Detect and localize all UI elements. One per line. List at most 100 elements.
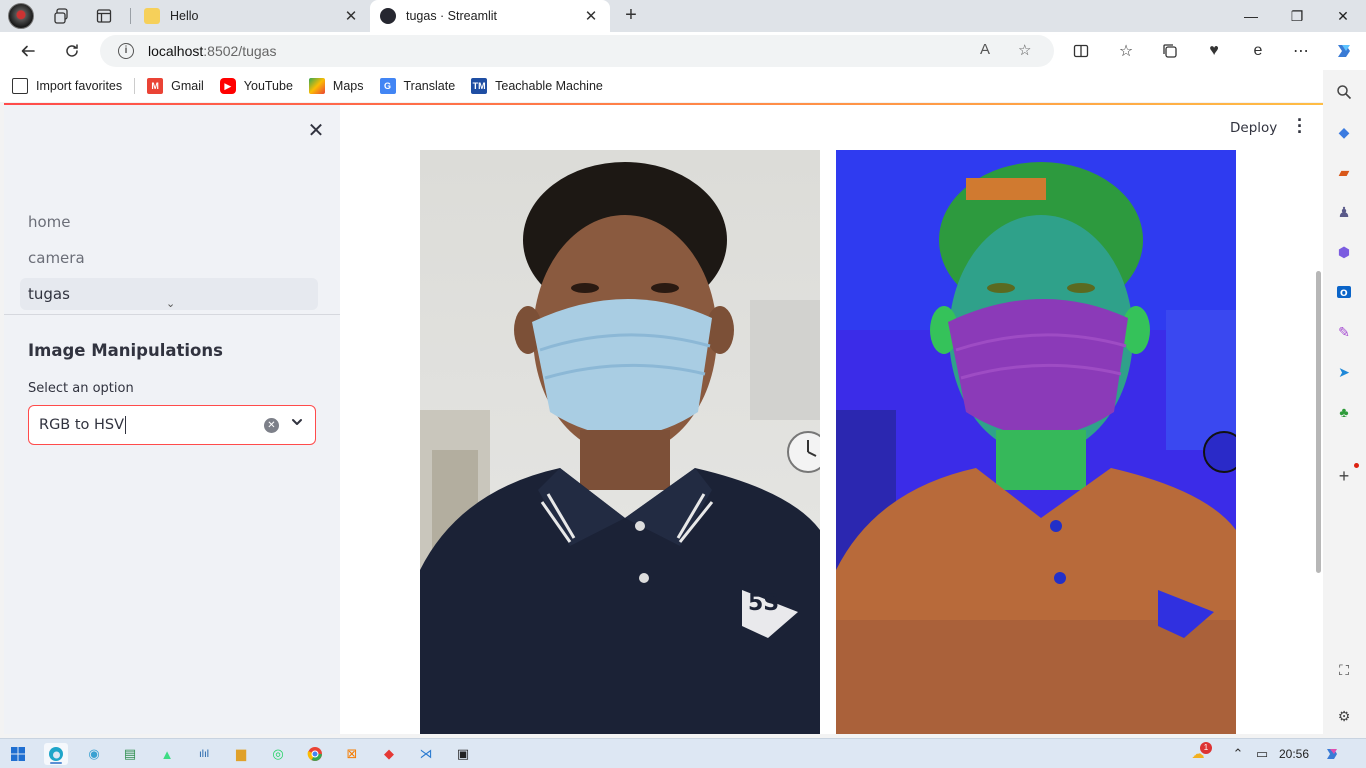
copilot-taskbar-icon[interactable] (1320, 743, 1344, 765)
xampp-icon[interactable]: ⊠ (340, 743, 364, 765)
tools-icon[interactable]: ▰ (1334, 162, 1354, 182)
svg-text:5S: 5S (748, 591, 779, 616)
terminal-icon[interactable]: ▣ (451, 743, 475, 765)
favorites-icon[interactable]: ☆ (1112, 38, 1140, 64)
favorite-import[interactable]: Import favorites (12, 78, 122, 94)
whatsapp-icon[interactable]: ◎ (266, 743, 290, 765)
back-button[interactable] (14, 38, 42, 64)
select-value: RGB to HSV (39, 417, 125, 433)
deploy-button[interactable]: Deploy (1230, 120, 1277, 136)
chevron-down-icon[interactable] (291, 415, 303, 431)
option-select[interactable]: RGB to HSV ✕ (28, 405, 316, 445)
maximize-button[interactable]: ❐ (1274, 0, 1320, 32)
favorite-label: Maps (332, 79, 364, 93)
streamlit-icon (380, 8, 396, 24)
favorites-bar: Import favorites M Gmail ▶ YouTube Maps … (0, 70, 1366, 102)
sidebar-divider (4, 314, 340, 315)
tab-hello[interactable]: Hello ✕ (134, 0, 370, 32)
tab-title: Hello (170, 9, 199, 23)
translate-icon: G (379, 78, 396, 94)
clock[interactable]: 20:56 (1279, 747, 1309, 761)
favorite-teachable-machine[interactable]: TM Teachable Machine (471, 78, 603, 94)
youtube-icon: ▶ (219, 78, 236, 94)
edge-sidebar: ◆ ▰ ♟ ⬢ O ✎ ➤ ♣ + ⛶ ⚙ (1323, 70, 1366, 738)
close-window-button[interactable]: ✕ (1320, 0, 1366, 32)
vscode-icon[interactable]: ⋊ (414, 743, 438, 765)
copilot-icon[interactable] (1330, 38, 1358, 64)
favorite-translate[interactable]: G Translate (379, 78, 456, 94)
favorite-label: YouTube (243, 79, 293, 93)
games-icon[interactable]: ♟ (1334, 202, 1354, 222)
file-explorer-icon[interactable]: ▆ (229, 743, 253, 765)
nav-item-camera[interactable]: camera (20, 242, 318, 274)
chevron-up-icon[interactable]: ⌃ (1226, 743, 1250, 765)
outlook-icon[interactable]: O (1334, 282, 1354, 302)
app-red-icon[interactable]: ◆ (377, 743, 401, 765)
favorite-label: Gmail (171, 79, 204, 93)
collections-icon[interactable] (1156, 38, 1184, 64)
taskbar: ◉ ▤ ▲ ılıl ▆ ◎ ⊠ ◆ ⋊ ▣ ☁ 1 ⌃ ▭ 20:56 (0, 738, 1366, 768)
edge-extension-icon[interactable]: e (1244, 38, 1272, 64)
search-icon[interactable] (1334, 82, 1354, 102)
tree-icon[interactable]: ♣ (1334, 402, 1354, 422)
app-eye-icon[interactable]: ◉ (82, 743, 106, 765)
chrome-icon[interactable] (303, 743, 327, 765)
tab-actions-icon[interactable] (94, 6, 114, 26)
designer-icon[interactable]: ✎ (1334, 322, 1354, 342)
waving-hand-icon (144, 8, 160, 24)
profile-avatar[interactable] (8, 3, 34, 29)
svg-text:O: O (1340, 289, 1348, 299)
hsv-image (836, 150, 1236, 734)
favorite-youtube[interactable]: ▶ YouTube (219, 78, 293, 94)
favorite-label: Translate (403, 79, 456, 93)
text-cursor (125, 416, 127, 434)
split-screen-icon[interactable] (1067, 38, 1095, 64)
close-tab-icon[interactable]: ✕ (342, 7, 360, 25)
close-tab-icon[interactable]: ✕ (582, 7, 600, 25)
shopping-tag-icon[interactable]: ◆ (1334, 122, 1354, 142)
microsoft-365-icon[interactable]: ⬢ (1334, 242, 1354, 262)
url-host: localhost (148, 43, 204, 59)
browser-essentials-icon[interactable]: ♥ (1200, 38, 1228, 64)
teachable-machine-icon: TM (471, 78, 488, 94)
clear-selection-icon[interactable]: ✕ (264, 418, 279, 433)
gmail-icon: M (147, 78, 164, 94)
import-icon (12, 78, 28, 94)
notepad-icon[interactable]: ▤ (118, 743, 142, 765)
chevron-down-icon[interactable]: ⌄ (166, 297, 175, 310)
screenshot-icon[interactable]: ⛶ (1334, 660, 1354, 680)
favorite-star-icon[interactable]: ☆ (1018, 41, 1031, 59)
minimize-button[interactable]: — (1228, 0, 1274, 32)
favorite-gmail[interactable]: M Gmail (147, 78, 204, 94)
close-sidebar-icon[interactable]: ✕ (306, 121, 326, 141)
new-tab-button[interactable]: + (620, 5, 642, 27)
add-icon[interactable]: + (1334, 466, 1354, 486)
tab-strip: Hello ✕ tugas · Streamlit ✕ + — ❐ ✕ (0, 0, 1366, 32)
url-path: :8502/tugas (203, 43, 277, 59)
edge-taskbar-icon[interactable] (44, 743, 68, 765)
tab-tugas[interactable]: tugas · Streamlit ✕ (370, 0, 610, 32)
notification-dot (1354, 463, 1359, 468)
send-icon[interactable]: ➤ (1334, 362, 1354, 382)
browser-toolbar: i localhost:8502/tugas A ☆ ☆ ♥ e ⋯ (0, 32, 1366, 70)
refresh-button[interactable] (58, 38, 86, 64)
nav-item-home[interactable]: home (20, 206, 318, 238)
page-scrollbar[interactable] (1316, 271, 1321, 573)
page-viewport: ✕ home camera tugas ⌄ Image Manipulation… (4, 103, 1323, 734)
notification-badge: 1 (1200, 742, 1212, 754)
windows-start-icon[interactable] (6, 743, 30, 765)
main-menu-icon[interactable]: · · · (1293, 111, 1307, 141)
cisco-icon[interactable]: ılıl (192, 743, 216, 765)
workspaces-icon[interactable] (52, 6, 72, 26)
tab-title: tugas · Streamlit (406, 9, 498, 23)
battery-icon[interactable]: ▭ (1250, 743, 1274, 765)
sidebar-settings-icon[interactable]: ⚙ (1334, 706, 1354, 726)
address-bar[interactable]: i localhost:8502/tugas A ☆ (100, 35, 1054, 67)
settings-more-icon[interactable]: ⋯ (1287, 38, 1315, 64)
favorite-maps[interactable]: Maps (308, 78, 364, 94)
android-studio-icon[interactable]: ▲ (155, 743, 179, 765)
site-info-icon[interactable]: i (118, 43, 134, 59)
read-aloud-icon[interactable]: A (980, 41, 990, 58)
original-image: 5S (420, 150, 820, 734)
streamlit-sidebar: ✕ home camera tugas ⌄ Image Manipulation… (4, 105, 340, 734)
